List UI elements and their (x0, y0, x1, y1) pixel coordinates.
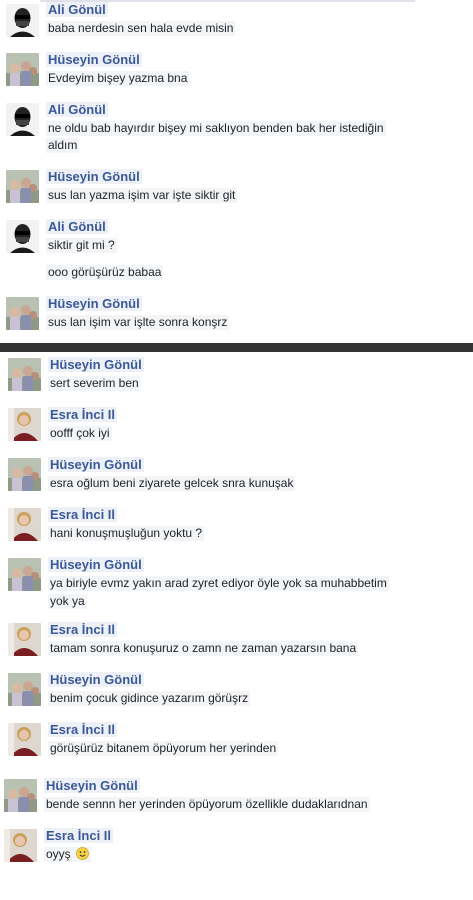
sender-name[interactable]: Esra İnci Il (44, 828, 114, 843)
group-photo-avatar[interactable] (4, 779, 37, 812)
message-text: görüşürüz bitanem öpüyorum her yerinden (48, 741, 279, 756)
woman-portrait-avatar[interactable] (4, 829, 37, 862)
sender-name[interactable]: Hüseyin Gönül (46, 169, 142, 184)
message-text: ne oldu bab hayırdır bişey mi saklıyon b… (46, 121, 386, 136)
message-text: sert severim ben (48, 376, 141, 391)
message-text: bende sennn her yerinden öpüyorum özelli… (44, 797, 370, 812)
woman-portrait-avatar[interactable] (8, 723, 41, 756)
sender-name[interactable]: Esra İnci Il (48, 622, 118, 637)
man-sunglasses-avatar[interactable] (6, 220, 39, 253)
sender-name[interactable]: Hüseyin Gönül (46, 296, 142, 311)
message-text: aldım (46, 138, 80, 153)
woman-portrait-avatar[interactable] (8, 623, 41, 656)
sender-name[interactable]: Hüseyin Gönül (48, 457, 144, 472)
message-text: sus lan işim var işlte sonra konşrz (46, 315, 230, 330)
message-text: baba nerdesin sen hala evde misin (46, 21, 236, 36)
sender-name[interactable]: Esra İnci Il (48, 407, 118, 422)
sender-name[interactable]: Esra İnci Il (48, 507, 118, 522)
sender-name[interactable]: Hüseyin Gönül (48, 357, 144, 372)
group-photo-avatar[interactable] (6, 170, 39, 203)
message-text: sus lan yazma işim var işte siktir git (46, 188, 238, 203)
group-photo-avatar[interactable] (8, 558, 41, 591)
group-photo-avatar[interactable] (8, 673, 41, 706)
sender-name[interactable]: Hüseyin Gönül (48, 557, 144, 572)
sender-name[interactable]: Ali Gönül (46, 219, 108, 234)
man-sunglasses-avatar[interactable] (6, 103, 39, 136)
message-text: hani konuşmuşluğun yoktu ? (48, 526, 205, 541)
sender-name[interactable]: Hüseyin Gönül (44, 778, 140, 793)
sender-name[interactable]: Ali Gönül (46, 2, 108, 17)
message-text: oyyş (46, 847, 71, 861)
message-text: yok ya (48, 594, 87, 609)
message-text: ooo görüşürüz babaa (46, 265, 164, 280)
message-text: esra oğlum beni ziyarete gelcek snra kun… (48, 476, 296, 491)
screenshot-divider (0, 343, 473, 352)
message-text: tamam sonra konuşuruz o zamn ne zaman ya… (48, 641, 359, 656)
group-photo-avatar[interactable] (6, 53, 39, 86)
sender-name[interactable]: Hüseyin Gönül (48, 672, 144, 687)
message-text: ya biriyle evmz yakın arad zyret ediyor … (48, 576, 389, 591)
message-text: Evdeyim bişey yazma bna (46, 71, 190, 86)
sender-name[interactable]: Esra İnci Il (48, 722, 118, 737)
woman-portrait-avatar[interactable] (8, 508, 41, 541)
smiley-emoji-icon (76, 847, 89, 860)
woman-portrait-avatar[interactable] (8, 408, 41, 441)
group-photo-avatar[interactable] (6, 297, 39, 330)
message-text: benim çocuk gidince yazarım görüşrz (48, 691, 251, 706)
message-text: oofff çok iyi (48, 426, 112, 441)
message-text-with-emoji: oyyş (44, 847, 92, 862)
message-text: siktir git mi ? (46, 238, 117, 253)
man-sunglasses-avatar[interactable] (6, 4, 39, 37)
sender-name[interactable]: Ali Gönül (46, 102, 108, 117)
group-photo-avatar[interactable] (8, 458, 41, 491)
sender-name[interactable]: Hüseyin Gönül (46, 52, 142, 67)
group-photo-avatar[interactable] (8, 358, 41, 391)
